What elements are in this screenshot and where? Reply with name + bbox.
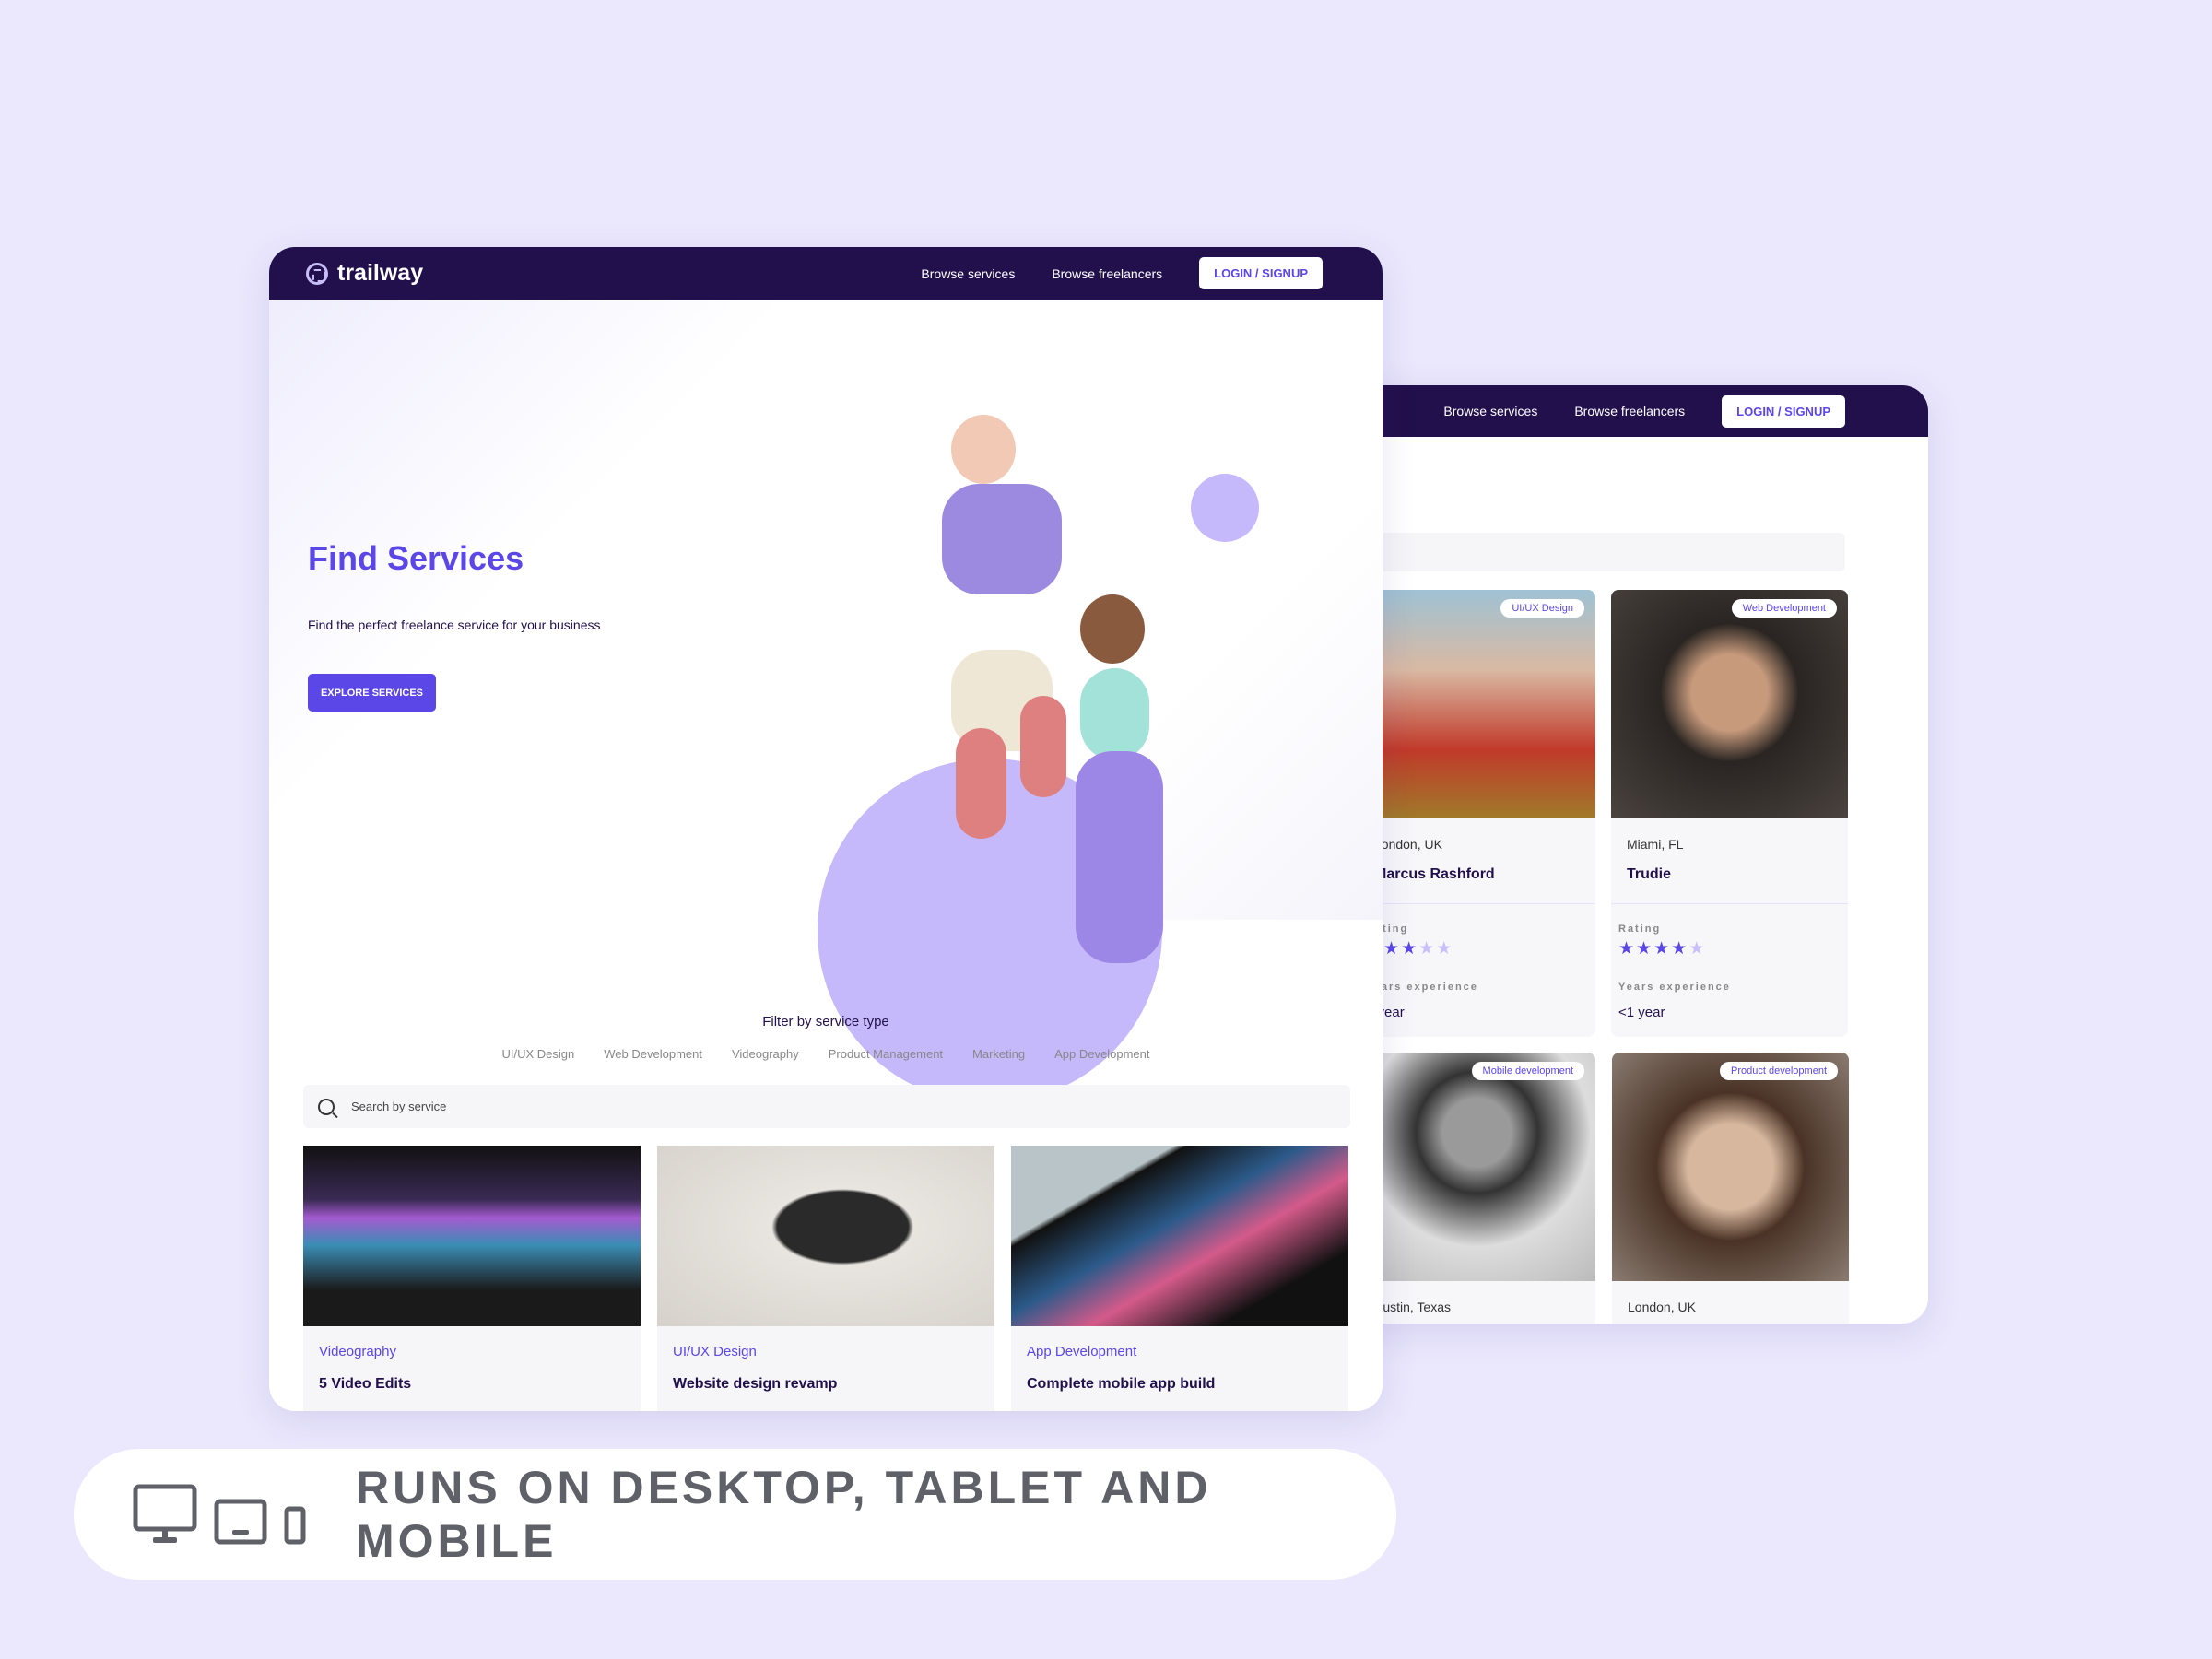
- star-filled-icon: ★: [1383, 939, 1402, 959]
- service-card[interactable]: UI/UX Design Website design revamp: [657, 1146, 994, 1411]
- service-image: [303, 1146, 641, 1326]
- star-empty-icon: ★: [1418, 939, 1437, 959]
- service-image: [657, 1146, 994, 1326]
- star-filled-icon: ★: [1653, 939, 1672, 959]
- category-badge: Web Development: [1731, 599, 1837, 618]
- rating-stars: ★★★★★: [1618, 938, 1706, 959]
- hero-section: Find Services Find the perfect freelance…: [269, 300, 1382, 1103]
- filter-chip[interactable]: Marketing: [972, 1047, 1025, 1061]
- freelancer-name: Marcus Rashford: [1374, 866, 1495, 882]
- service-category: UI/UX Design: [673, 1344, 757, 1359]
- search-placeholder: Search by service: [351, 1100, 447, 1113]
- service-title: 5 Video Edits: [319, 1376, 412, 1392]
- freelancer-card[interactable]: UI/UX Design London, UK Marcus Rashford …: [1359, 590, 1595, 1037]
- experience-label: Years experience: [1366, 982, 1478, 993]
- divider: [1611, 903, 1848, 904]
- desktop-preview-window: Find Services Find the perfect freelance…: [269, 247, 1382, 1411]
- hero-title: Find Services: [308, 539, 524, 577]
- freelancer-photo: Mobile development: [1359, 1053, 1595, 1281]
- tablet-icon: [214, 1499, 267, 1545]
- nav-browse-services[interactable]: Browse services: [921, 266, 1015, 281]
- explore-services-button[interactable]: EXPLORE SERVICES: [308, 674, 436, 712]
- location: Miami, FL: [1627, 837, 1684, 852]
- nav-browse-freelancers[interactable]: Browse freelancers: [1574, 404, 1685, 418]
- experience-value: <1 year: [1618, 1005, 1665, 1020]
- nav-browse-services[interactable]: Browse services: [1443, 404, 1537, 418]
- location: London, UK: [1374, 837, 1442, 852]
- search-icon: [318, 1098, 335, 1115]
- service-card[interactable]: App Development Complete mobile app buil…: [1011, 1146, 1348, 1411]
- category-badge: UI/UX Design: [1500, 599, 1584, 618]
- trailway-logo-icon: [306, 262, 328, 285]
- service-category: Videography: [319, 1344, 396, 1359]
- banner-text: RUNS ON DESKTOP, TABLET AND MOBILE: [356, 1462, 1212, 1567]
- filter-chip[interactable]: Web Development: [604, 1047, 702, 1061]
- login-signup-button[interactable]: LOGIN / SIGNUP: [1722, 394, 1845, 428]
- service-image: [1011, 1146, 1348, 1326]
- service-title: Complete mobile app build: [1027, 1376, 1216, 1392]
- freelancer-photo: Product development: [1612, 1053, 1849, 1281]
- location: London, UK: [1628, 1300, 1696, 1314]
- brand-logo[interactable]: trailway: [306, 260, 921, 287]
- hero-small-circle: [1191, 474, 1259, 542]
- brand-name: trailway: [337, 260, 424, 286]
- login-signup-button[interactable]: LOGIN / SIGNUP: [1199, 257, 1323, 289]
- filter-chip[interactable]: UI/UX Design: [502, 1047, 575, 1061]
- location: Austin, Texas: [1374, 1300, 1452, 1314]
- navbar: Browse services Browse freelancers LOGIN…: [1290, 385, 1928, 437]
- star-empty-icon: ★: [1688, 939, 1707, 959]
- category-badge: Mobile development: [1471, 1062, 1584, 1080]
- filter-chips: UI/UX Design Web Development Videography…: [269, 1047, 1382, 1061]
- experience-label: Years experience: [1618, 982, 1731, 993]
- filter-chip[interactable]: App Development: [1054, 1047, 1149, 1061]
- navbar: trailway Browse services Browse freelanc…: [269, 247, 1382, 300]
- star-filled-icon: ★: [1401, 939, 1419, 959]
- star-filled-icon: ★: [1636, 939, 1654, 959]
- rating-label: Rating: [1618, 924, 1662, 935]
- star-filled-icon: ★: [1671, 939, 1689, 959]
- star-empty-icon: ★: [1436, 939, 1454, 959]
- filter-chip[interactable]: Product Management: [829, 1047, 943, 1061]
- freelancer-card[interactable]: Product development London, UK: [1612, 1053, 1849, 1324]
- divider: [1359, 903, 1595, 904]
- freelancer-card[interactable]: Web Development Miami, FL Trudie Rating …: [1611, 590, 1848, 1037]
- search-input[interactable]: Search by service: [303, 1085, 1350, 1128]
- filter-title: Filter by service type: [762, 1014, 889, 1030]
- freelancer-photo: Web Development: [1611, 590, 1848, 818]
- category-badge: Product development: [1720, 1062, 1838, 1080]
- mobile-icon: [284, 1506, 306, 1545]
- freelancer-photo: UI/UX Design: [1359, 590, 1595, 818]
- freelancer-name: Trudie: [1627, 866, 1672, 882]
- service-card[interactable]: Videography 5 Video Edits: [303, 1146, 641, 1411]
- platform-banner: RUNS ON DESKTOP, TABLET AND MOBILE: [74, 1449, 1396, 1580]
- freelancer-card[interactable]: Mobile development Austin, Texas: [1359, 1053, 1595, 1324]
- nav-browse-freelancers[interactable]: Browse freelancers: [1052, 266, 1162, 281]
- tablet-preview-window: Browse services Browse freelancers LOGIN…: [1290, 385, 1928, 1324]
- star-filled-icon: ★: [1618, 939, 1637, 959]
- hero-subtitle: Find the perfect freelance service for y…: [308, 618, 601, 632]
- filter-chip[interactable]: Videography: [732, 1047, 799, 1061]
- service-title: Website design revamp: [673, 1376, 838, 1392]
- service-category: App Development: [1027, 1344, 1137, 1359]
- desktop-icon: [133, 1484, 197, 1543]
